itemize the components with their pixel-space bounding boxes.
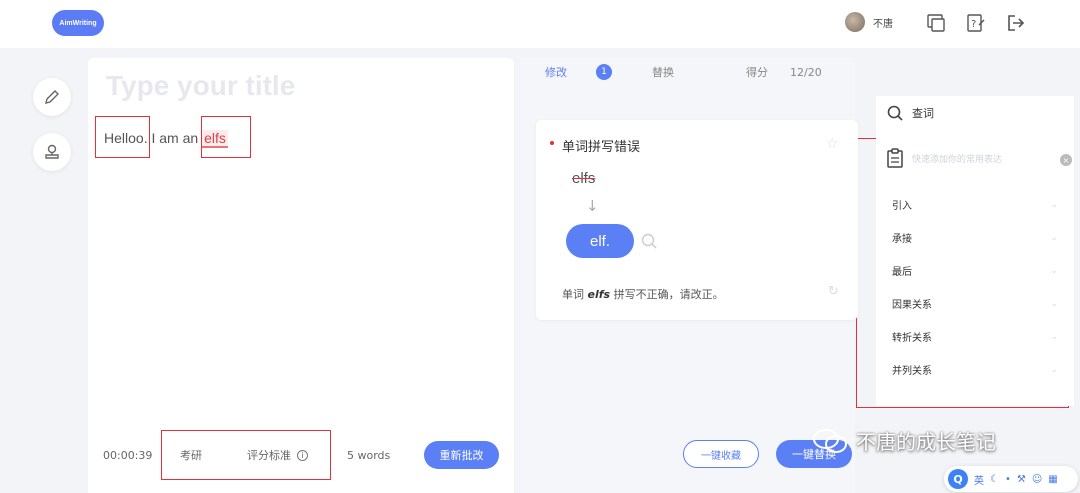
punctuation-icon[interactable]: • — [1005, 474, 1011, 485]
help-doc-icon[interactable]: ? — [964, 12, 986, 34]
title-input[interactable]: Type your title — [106, 70, 295, 102]
svg-text:?: ? — [971, 19, 976, 30]
ime-toolbar[interactable]: Q 英 ☾ • ⚒ ☺ ▦ — [944, 466, 1078, 492]
list-item[interactable]: 承接 ⌄ — [876, 221, 1074, 254]
search-icon[interactable] — [640, 232, 658, 250]
collect-all-button[interactable]: 一键收藏 — [683, 440, 759, 468]
exam-type[interactable]: 考研 — [180, 447, 202, 463]
lookup-label: 查词 — [912, 107, 934, 120]
lookup-word[interactable]: 查词 — [886, 104, 934, 122]
expression-panel: 查词 快速添加你的常用表达 × 引入 ⌄ 承接 ⌄ 最后 ⌄ 因果关系 ⌄ 转折关系 ⌄ … — [876, 96, 1074, 406]
list-item[interactable]: 并列关系 ⌄ — [876, 353, 1074, 386]
word-count: 5 words — [347, 448, 391, 462]
list-item[interactable]: 引入 ⌄ — [876, 188, 1074, 221]
search-icon — [887, 105, 903, 121]
list-item[interactable]: 最后 ⌄ — [876, 254, 1074, 287]
watermark-text: 不唐的成长笔记 — [856, 430, 996, 454]
chevron-down-icon: ⌄ — [1050, 232, 1058, 243]
grid-icon[interactable]: ▦ — [1048, 474, 1057, 485]
app-logo[interactable]: AimWriting — [52, 10, 104, 36]
essay-editor[interactable]: Type your title Helloo. I am an elfs — [88, 58, 514, 493]
chevron-down-icon: ⌄ — [1050, 199, 1058, 210]
annotation-box-1 — [95, 116, 150, 158]
ime-lang[interactable]: 英 — [974, 472, 984, 487]
editor-footer: 00:00:39 考研 评分标准 i 5 words 重新批改 — [100, 440, 510, 470]
error-description: 单词 elfs 拼写不正确，请改正。 — [562, 288, 724, 301]
error-card[interactable]: 单词拼写错误 ☆ elfs ↓ elf. 单词 elfs 拼写不正确，请改正。 … — [536, 120, 858, 320]
score-label: 得分 — [746, 66, 768, 79]
annotation-box-2 — [201, 116, 251, 158]
logout-icon[interactable] — [1004, 12, 1026, 34]
correction-panel: 修改 1 替换 得分 12/20 单词拼写错误 ☆ elfs ↓ elf. 单词… — [520, 58, 858, 493]
tab-replace[interactable]: 替换 — [652, 64, 674, 80]
emoji-icon[interactable]: ☺ — [1032, 474, 1042, 485]
arrow-down-icon: ↓ — [586, 197, 599, 215]
suggestion-button[interactable]: elf. — [566, 224, 634, 258]
moon-icon[interactable]: ☾ — [990, 474, 999, 485]
star-icon[interactable]: ☆ — [826, 136, 839, 152]
avatar[interactable] — [845, 12, 865, 32]
ime-logo[interactable]: Q — [948, 469, 968, 489]
score-value: 12/20 — [790, 65, 822, 79]
wrong-word: elfs — [572, 170, 596, 187]
list-item[interactable]: 因果关系 ⌄ — [876, 287, 1074, 320]
info-icon[interactable]: i — [297, 449, 308, 461]
phrase-input-row[interactable]: 快速添加你的常用表达 — [886, 148, 1002, 168]
modify-count-badge: 1 — [596, 64, 612, 80]
stamp-icon — [45, 144, 59, 159]
refresh-icon[interactable]: ↻ — [828, 284, 839, 299]
top-bar: AimWriting 不唐 ? — [0, 0, 1080, 48]
close-icon[interactable]: × — [1060, 154, 1072, 166]
timer: 00:00:39 — [103, 448, 153, 462]
pen-icon — [45, 90, 59, 104]
phrase-input[interactable]: 快速添加你的常用表达 — [912, 152, 1002, 165]
chevron-down-icon: ⌄ — [1050, 298, 1058, 309]
user-menu[interactable]: 不唐 — [845, 12, 893, 32]
error-dot — [550, 141, 554, 145]
wechat-icon — [813, 428, 847, 453]
scoring-standard-label: 评分标准 — [247, 449, 291, 462]
error-card-title: 单词拼写错误 — [562, 140, 641, 155]
recorrect-button[interactable]: 重新批改 — [424, 441, 499, 469]
correction-tabs: 修改 1 替换 得分 12/20 — [520, 58, 855, 86]
list-item[interactable]: 转折关系 ⌄ — [876, 320, 1074, 353]
chevron-down-icon: ⌄ — [1050, 331, 1058, 342]
scoring-standard[interactable]: 评分标准 i — [247, 447, 308, 463]
chevron-down-icon: ⌄ — [1050, 265, 1058, 276]
phrase-category-list: 引入 ⌄ 承接 ⌄ 最后 ⌄ 因果关系 ⌄ 转折关系 ⌄ 并列关系 ⌄ — [876, 188, 1074, 386]
wrench-icon[interactable]: ⚒ — [1017, 474, 1026, 485]
feedback-icon[interactable] — [925, 12, 947, 34]
pen-tool-button[interactable] — [33, 78, 71, 116]
stamp-tool-button[interactable] — [33, 133, 71, 171]
clipboard-icon — [887, 148, 903, 168]
username[interactable]: 不唐 — [873, 15, 893, 30]
watermark: 不唐的成长笔记 — [812, 426, 996, 455]
tab-modify[interactable]: 修改 — [545, 64, 567, 80]
chevron-down-icon: ⌄ — [1050, 364, 1058, 375]
